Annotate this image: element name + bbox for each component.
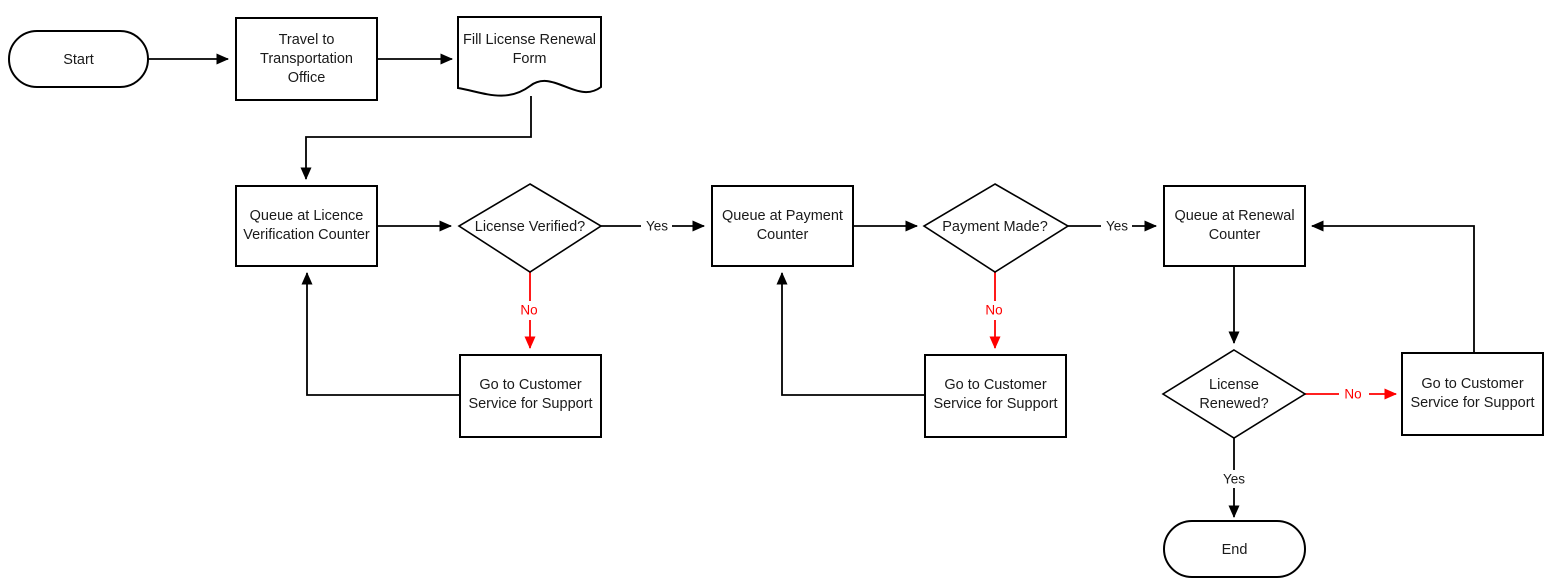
edge-label-no-paid: No bbox=[985, 303, 1002, 318]
node-license-verified-decision[interactable]: License Verified? bbox=[457, 183, 603, 273]
node-customer-service-support-1[interactable]: Go to Customer Service for Support bbox=[459, 354, 602, 438]
edge-payment-made-no-to-customer-service-2: No bbox=[980, 272, 1010, 350]
node-queue-at-payment-counter[interactable]: Queue at Payment Counter bbox=[711, 185, 854, 267]
edge-license-verified-yes-to-queue-payment: Yes bbox=[601, 217, 706, 235]
edge-form-to-queue-verification bbox=[300, 96, 532, 181]
edge-label-yes-paid: Yes bbox=[1106, 219, 1128, 234]
node-queue-at-renewal-counter[interactable]: Queue at Renewal Counter bbox=[1163, 185, 1306, 267]
edge-label-no-renewed: No bbox=[1344, 387, 1361, 402]
edge-customer-service-3-to-queue-renewal bbox=[1310, 220, 1475, 354]
edge-label-yes-renewed: Yes bbox=[1223, 472, 1245, 487]
edge-customer-service-2-to-queue-payment bbox=[776, 271, 926, 396]
edge-label-yes-verified: Yes bbox=[646, 219, 668, 234]
edge-license-renewed-no-to-customer-service-3: No bbox=[1305, 385, 1398, 404]
node-queue-at-licence-verification-counter[interactable]: Queue at Licence Verification Counter bbox=[235, 185, 378, 267]
edge-license-verified-no-to-customer-service-1: No bbox=[515, 272, 545, 350]
edge-label-no-verified: No bbox=[520, 303, 537, 318]
node-travel-to-transportation-office[interactable]: Travel to Transportation Office bbox=[235, 17, 378, 101]
edge-customer-service-1-to-queue-verification bbox=[301, 271, 460, 396]
node-customer-service-support-2[interactable]: Go to Customer Service for Support bbox=[924, 354, 1067, 438]
node-customer-service-support-3[interactable]: Go to Customer Service for Support bbox=[1401, 352, 1544, 436]
node-payment-made-decision[interactable]: Payment Made? bbox=[922, 183, 1070, 273]
edge-payment-made-yes-to-queue-renewal: Yes bbox=[1068, 217, 1158, 235]
node-start[interactable]: Start bbox=[8, 30, 149, 88]
node-fill-license-renewal-form[interactable]: Fill License Renewal Form bbox=[457, 16, 602, 97]
flowchart-canvas: Queue at Payment --> Yes Customer Servic… bbox=[0, 0, 1548, 580]
node-license-renewed-decision[interactable]: License Renewed? bbox=[1161, 349, 1307, 439]
flowchart-svg: Queue at Payment --> Yes Customer Servic… bbox=[8, 16, 1544, 578]
node-end[interactable]: End bbox=[1163, 520, 1306, 578]
edge-license-renewed-yes-to-end: Yes bbox=[1219, 438, 1250, 519]
